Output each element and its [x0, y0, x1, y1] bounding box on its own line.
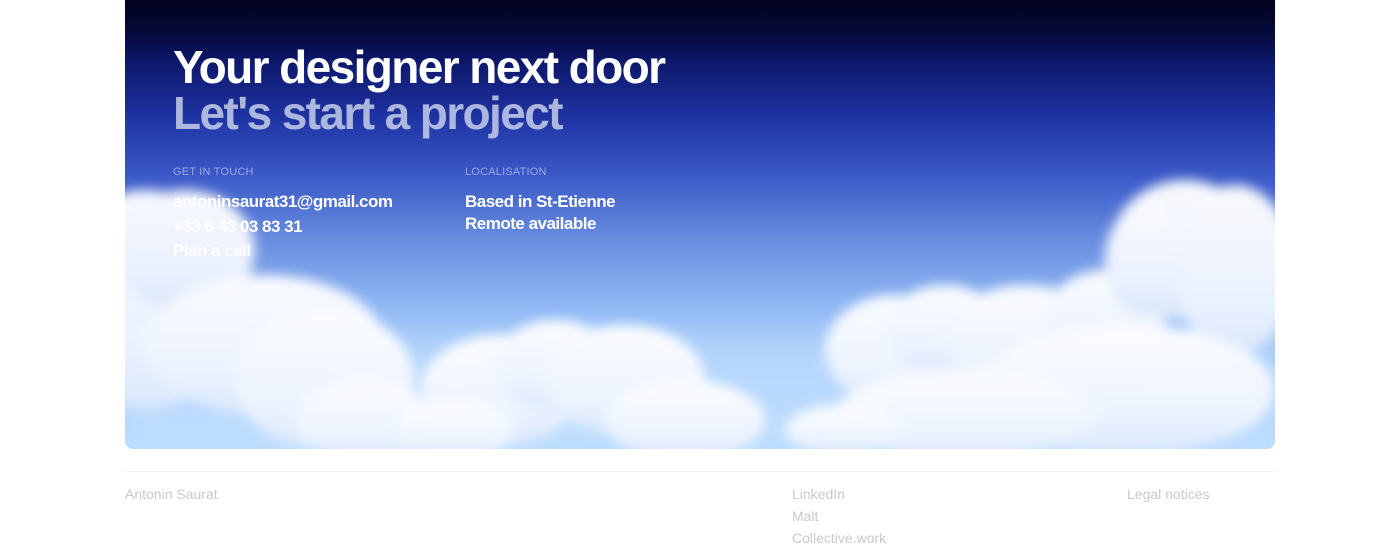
remote-status: Remote available — [465, 214, 596, 233]
page-subtitle: Let's start a project — [173, 87, 564, 139]
footer-divider — [125, 471, 1275, 472]
footer-legal-link[interactable]: Legal notices — [1127, 486, 1210, 502]
location-city: Based in St-Etienne — [465, 192, 616, 211]
phone-link[interactable]: +33 6 43 03 83 31 — [173, 216, 303, 238]
contact-hero: Your designer next door Let's start a pr… — [125, 0, 1275, 449]
footer-name[interactable]: Antonin Saurat — [125, 486, 218, 502]
location-section-label: LOCALISATION — [465, 166, 547, 178]
plan-call-link[interactable]: Plan a call — [173, 240, 251, 262]
footer-link-collective[interactable]: Collective.work — [792, 530, 886, 546]
email-link[interactable]: antoninsaurat31@gmail.com — [173, 191, 393, 213]
contact-section-label: GET IN TOUCH — [173, 166, 254, 178]
page-title: Your designer next door — [173, 41, 666, 93]
footer-link-linkedin[interactable]: LinkedIn — [792, 486, 845, 502]
footer-link-malt[interactable]: Malt — [792, 508, 818, 524]
